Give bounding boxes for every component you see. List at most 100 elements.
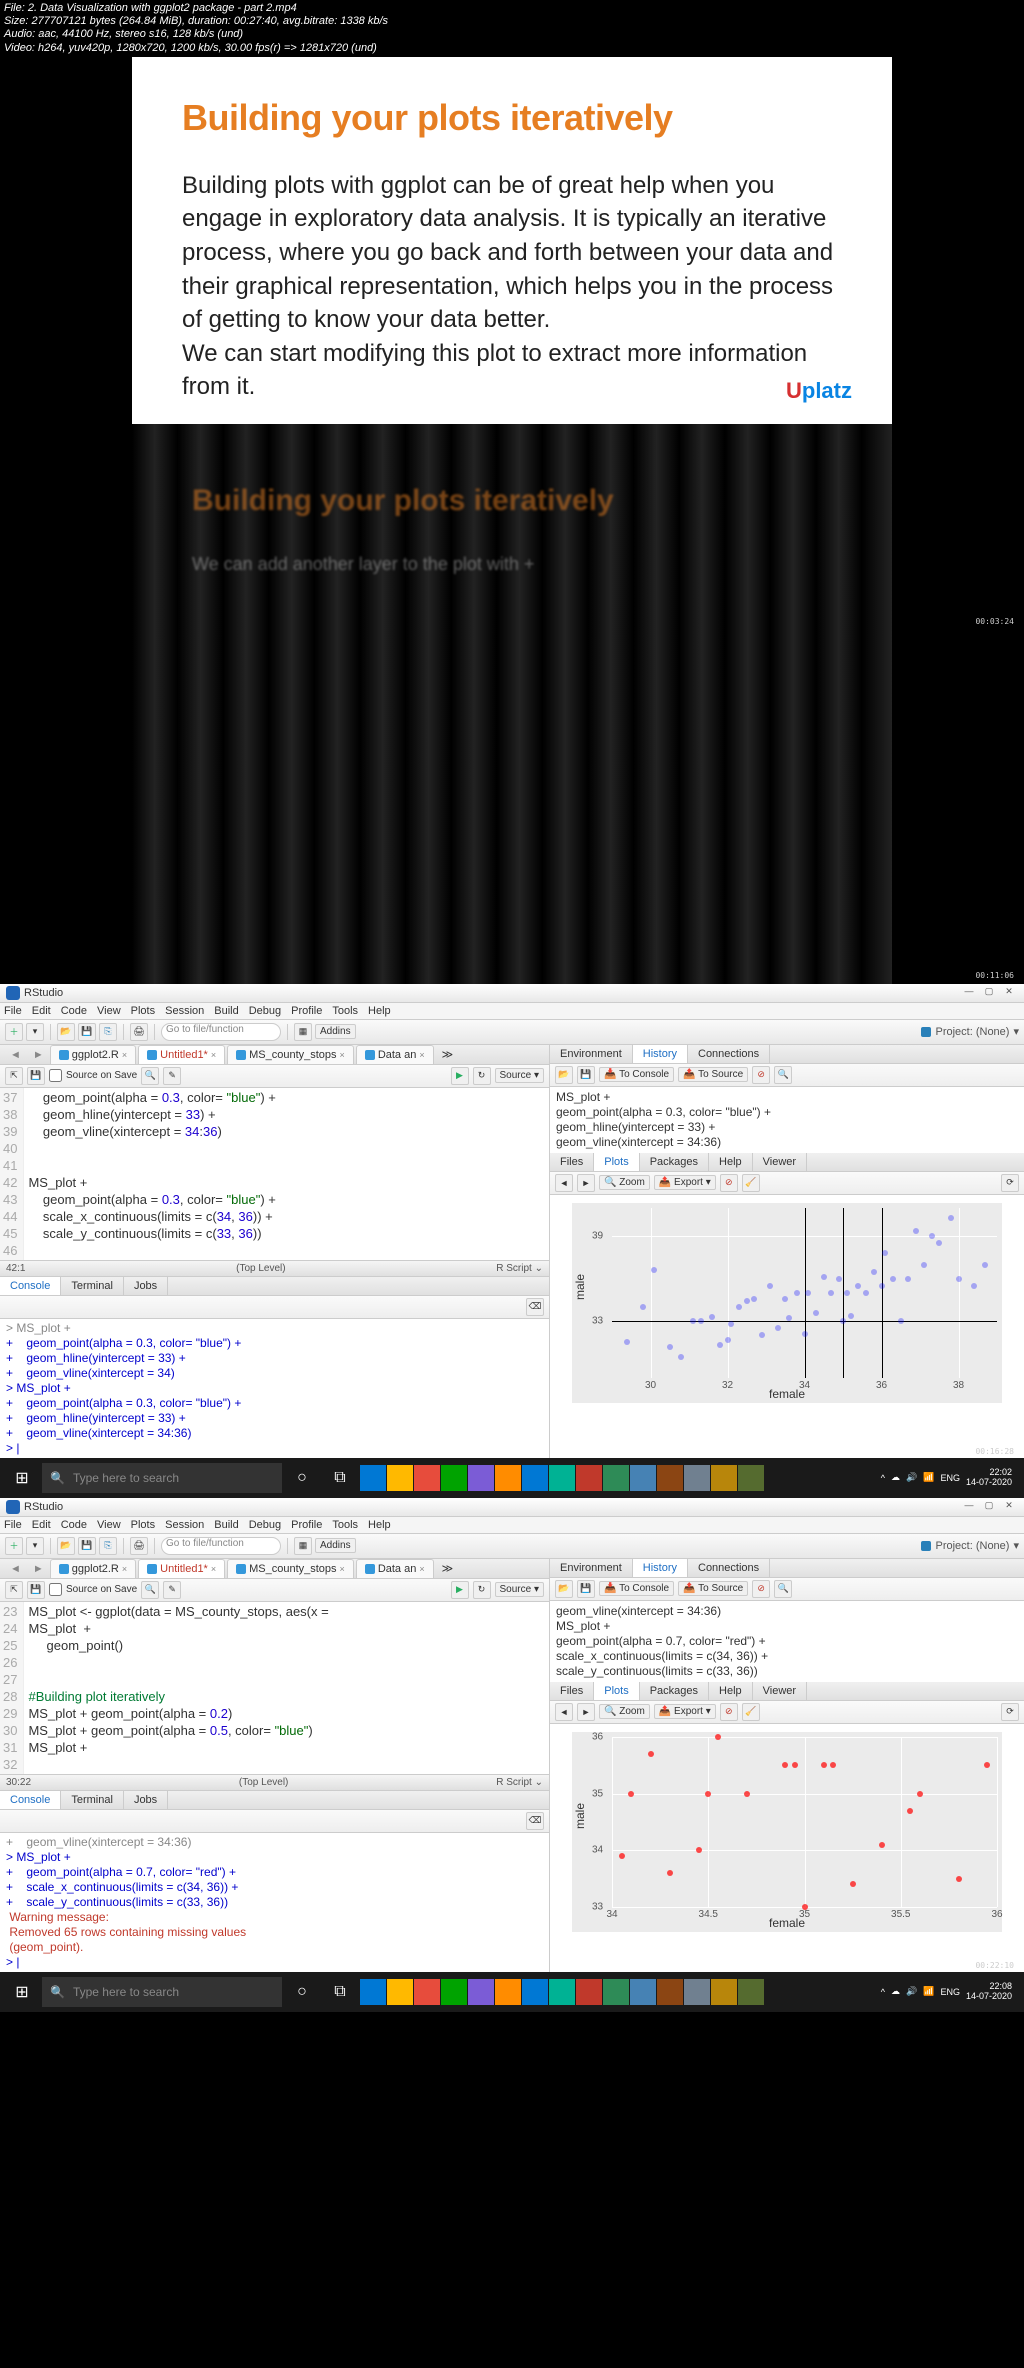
search-button[interactable]: 🔍 <box>774 1580 792 1598</box>
system-tray[interactable]: ^☁🔊📶 ENG 22:02 14-07-2020 <box>881 1468 1020 1488</box>
start-button[interactable]: ⊞ <box>4 1460 40 1496</box>
close-tab-icon[interactable]: × <box>419 1564 424 1574</box>
taskbar-search[interactable]: 🔍 Type here to search <box>42 1977 282 2007</box>
source-button[interactable]: Source ▾ <box>495 1068 545 1083</box>
zoom-button[interactable]: 🔍 Zoom <box>599 1175 650 1190</box>
taskbar-app-icon[interactable] <box>603 1979 629 2005</box>
popout-button[interactable]: ⇱ <box>5 1067 23 1085</box>
env-tab-environment[interactable]: Environment <box>550 1045 633 1063</box>
taskbar-app-icon[interactable] <box>630 1979 656 2005</box>
grid-button[interactable]: ▦ <box>294 1023 312 1041</box>
plot-tab-packages[interactable]: Packages <box>640 1153 709 1171</box>
menu-debug[interactable]: Debug <box>249 1005 281 1017</box>
plot-tab-help[interactable]: Help <box>709 1682 753 1700</box>
clear-console-button[interactable]: ⌫ <box>526 1812 544 1830</box>
plot-prev-button[interactable]: ◄ <box>555 1703 573 1721</box>
close-tab-icon[interactable]: × <box>340 1050 345 1060</box>
to-source-button[interactable]: 📤 To Source <box>678 1581 748 1596</box>
console-tab-console[interactable]: Console <box>0 1277 61 1295</box>
source-on-save-checkbox[interactable] <box>49 1583 62 1596</box>
taskbar-app-icon[interactable] <box>522 1465 548 1491</box>
titlebar[interactable]: RStudio — ▢ ✕ <box>0 984 1024 1003</box>
taskbar-app-icon[interactable] <box>684 1465 710 1491</box>
wand-button[interactable]: ✎ <box>163 1581 181 1599</box>
new-project-button[interactable]: ▾ <box>26 1023 44 1041</box>
close-tab-icon[interactable]: × <box>211 1564 216 1574</box>
plot-tab-files[interactable]: Files <box>550 1153 594 1171</box>
project-selector[interactable]: Project: (None) ▾ <box>921 1539 1019 1552</box>
export-button[interactable]: 📤 Export ▾ <box>654 1175 716 1190</box>
plot-tab-packages[interactable]: Packages <box>640 1682 709 1700</box>
save-button[interactable]: 💾 <box>27 1581 45 1599</box>
menu-session[interactable]: Session <box>165 1005 204 1017</box>
cortana-button[interactable]: ○ <box>284 1974 320 2010</box>
menu-debug[interactable]: Debug <box>249 1519 281 1531</box>
more-tabs[interactable]: ≫ <box>436 1559 460 1578</box>
system-tray[interactable]: ^☁🔊📶 ENG 22:08 14-07-2020 <box>881 1982 1020 2002</box>
menu-view[interactable]: View <box>97 1005 121 1017</box>
rerun-button[interactable]: ↻ <box>473 1581 491 1599</box>
remove-plot-button[interactable]: ⊘ <box>720 1174 738 1192</box>
save-button[interactable]: 💾 <box>27 1067 45 1085</box>
menu-view[interactable]: View <box>97 1519 121 1531</box>
save-button[interactable]: 💾 <box>78 1537 96 1555</box>
taskbar-app-icon[interactable] <box>468 1465 494 1491</box>
source-tab[interactable]: Data an× <box>356 1045 434 1064</box>
fwd-button[interactable]: ► <box>27 1560 50 1578</box>
taskbar-app-icon[interactable] <box>387 1979 413 2005</box>
taskbar-app-icon[interactable] <box>630 1465 656 1491</box>
console-tab-terminal[interactable]: Terminal <box>61 1277 124 1295</box>
env-tab-history[interactable]: History <box>633 1559 688 1577</box>
code-editor[interactable]: 37383940414243444546 geom_point(alpha = … <box>0 1088 549 1260</box>
taskbar-search[interactable]: 🔍 Type here to search <box>42 1463 282 1493</box>
console[interactable]: + geom_vline(xintercept = 34:36)> MS_plo… <box>0 1833 549 1972</box>
close-button[interactable]: ✕ <box>1000 986 1018 1000</box>
zoom-button[interactable]: 🔍 Zoom <box>599 1704 650 1719</box>
source-button[interactable]: Source ▾ <box>495 1582 545 1597</box>
to-console-button[interactable]: 📥 To Console <box>599 1581 674 1596</box>
save-history-button[interactable]: 💾 <box>577 1580 595 1598</box>
load-button[interactable]: 📂 <box>555 1066 573 1084</box>
history-pane[interactable]: geom_vline(xintercept = 34:36)MS_plot +g… <box>550 1601 1024 1682</box>
menu-plots[interactable]: Plots <box>131 1005 155 1017</box>
menu-plots[interactable]: Plots <box>131 1519 155 1531</box>
taskbar-app-icon[interactable] <box>738 1979 764 2005</box>
plot-tab-viewer[interactable]: Viewer <box>753 1153 807 1171</box>
taskbar-app-icon[interactable] <box>711 1465 737 1491</box>
source-tab[interactable]: ggplot2.R× <box>50 1045 136 1064</box>
task-view-button[interactable]: ⧉ <box>322 1974 358 2010</box>
search-button[interactable]: 🔍 <box>774 1066 792 1084</box>
close-tab-icon[interactable]: × <box>419 1050 424 1060</box>
menu-help[interactable]: Help <box>368 1005 391 1017</box>
minimize-button[interactable]: — <box>960 1500 978 1514</box>
menu-session[interactable]: Session <box>165 1519 204 1531</box>
maximize-button[interactable]: ▢ <box>980 1500 998 1514</box>
menu-edit[interactable]: Edit <box>32 1005 51 1017</box>
goto-file-input[interactable]: Go to file/function <box>161 1023 281 1041</box>
run-button[interactable]: ▶ <box>451 1067 469 1085</box>
env-tab-history[interactable]: History <box>633 1045 688 1063</box>
run-button[interactable]: ▶ <box>451 1581 469 1599</box>
menu-build[interactable]: Build <box>214 1005 238 1017</box>
plot-tab-viewer[interactable]: Viewer <box>753 1682 807 1700</box>
taskbar-app-icon[interactable] <box>657 1979 683 2005</box>
source-tab[interactable]: Untitled1*× <box>138 1045 225 1064</box>
taskbar-app-icon[interactable] <box>603 1465 629 1491</box>
menu-code[interactable]: Code <box>61 1005 87 1017</box>
clear-history-button[interactable]: ⊘ <box>752 1066 770 1084</box>
plot-next-button[interactable]: ► <box>577 1174 595 1192</box>
save-button[interactable]: 💾 <box>78 1023 96 1041</box>
maximize-button[interactable]: ▢ <box>980 986 998 1000</box>
taskbar-app-icon[interactable] <box>522 1979 548 2005</box>
env-tab-environment[interactable]: Environment <box>550 1559 633 1577</box>
more-tabs[interactable]: ≫ <box>436 1045 460 1064</box>
task-view-button[interactable]: ⧉ <box>322 1460 358 1496</box>
taskbar-app-icon[interactable] <box>711 1979 737 2005</box>
find-button[interactable]: 🔍 <box>141 1067 159 1085</box>
open-button[interactable]: 📂 <box>57 1537 75 1555</box>
new-file-button[interactable]: ＋ <box>5 1023 23 1041</box>
remove-plot-button[interactable]: ⊘ <box>720 1703 738 1721</box>
clear-console-button[interactable]: ⌫ <box>526 1298 544 1316</box>
cortana-button[interactable]: ○ <box>284 1460 320 1496</box>
taskbar-app-icon[interactable] <box>441 1465 467 1491</box>
